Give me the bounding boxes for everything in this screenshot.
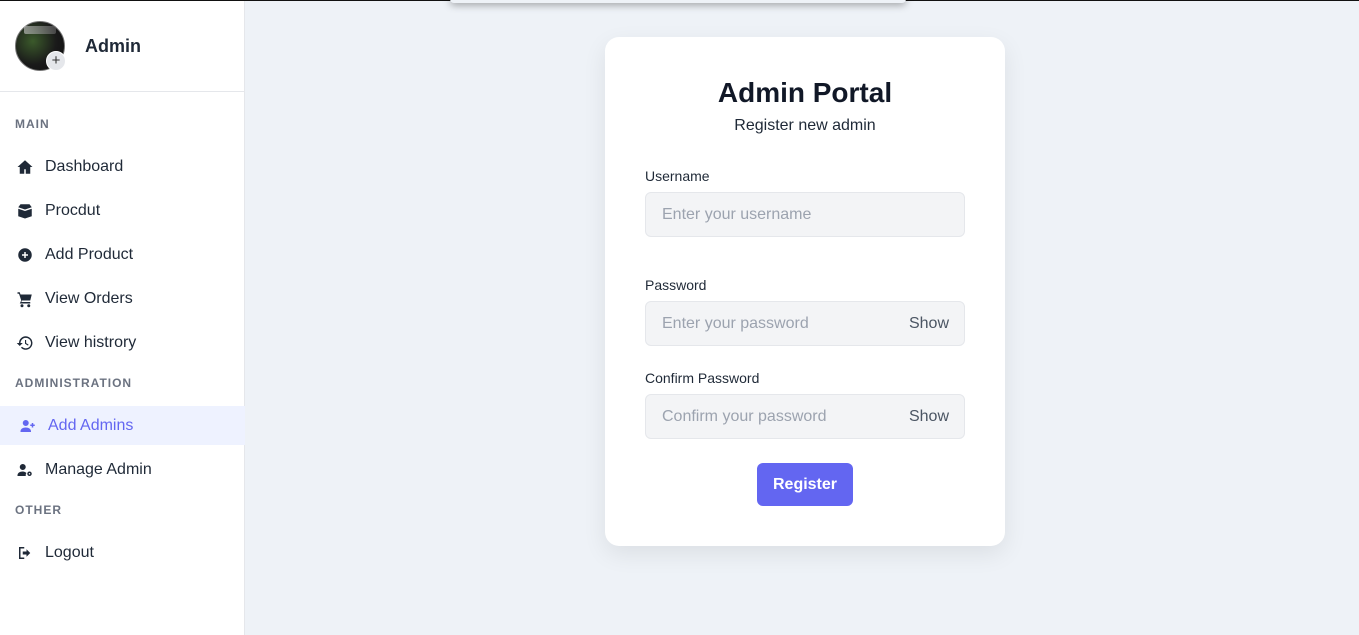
sidebar-item-logout[interactable]: Logout bbox=[0, 533, 245, 572]
sidebar-item-label: Logout bbox=[45, 543, 94, 561]
show-confirm-password-button[interactable]: Show bbox=[909, 408, 964, 426]
page-subtitle: Register new admin bbox=[734, 117, 876, 134]
sidebar-item-view-orders[interactable]: View Orders bbox=[0, 279, 245, 318]
password-field-wrapper: Show bbox=[645, 301, 965, 346]
page-title: Admin Portal bbox=[717, 77, 893, 108]
user-gear-icon bbox=[15, 460, 35, 480]
register-card: Admin Portal Register new admin Username… bbox=[605, 37, 1005, 546]
register-button[interactable]: Register bbox=[757, 463, 853, 506]
sidebar: + Admin MAIN Dashboard Procdut Add Produ… bbox=[0, 1, 245, 635]
sidebar-item-label: View Orders bbox=[45, 289, 133, 307]
sidebar-item-add-product[interactable]: Add Product bbox=[0, 235, 245, 274]
sidebar-item-manage-admin[interactable]: Manage Admin bbox=[0, 450, 245, 489]
password-label: Password bbox=[645, 277, 707, 293]
username-field-wrapper bbox=[645, 192, 965, 237]
sidebar-item-procdut[interactable]: Procdut bbox=[0, 191, 245, 230]
sidebar-item-label: Manage Admin bbox=[45, 460, 152, 478]
logout-icon bbox=[15, 543, 35, 563]
avatar[interactable]: + bbox=[15, 21, 66, 71]
sidebar-item-view-history[interactable]: View histrory bbox=[0, 323, 245, 362]
user-plus-icon bbox=[18, 416, 38, 436]
cart-icon bbox=[15, 289, 35, 309]
sidebar-brand: + Admin bbox=[0, 1, 244, 92]
password-input[interactable] bbox=[646, 302, 909, 345]
sidebar-item-add-admins[interactable]: Add Admins bbox=[0, 406, 245, 445]
confirm-password-label: Confirm Password bbox=[645, 370, 760, 386]
plus-circle-icon bbox=[15, 245, 35, 265]
section-label-main: MAIN bbox=[15, 117, 50, 131]
avatar-image bbox=[24, 26, 56, 34]
username-input[interactable] bbox=[646, 193, 964, 236]
sidebar-item-label: View histrory bbox=[45, 333, 137, 351]
sidebar-item-label: Dashboard bbox=[45, 157, 124, 175]
add-photo-icon[interactable]: + bbox=[46, 51, 66, 71]
section-label-administration: ADMINISTRATION bbox=[15, 376, 133, 390]
brand-name: Admin bbox=[85, 35, 141, 56]
home-icon bbox=[15, 157, 35, 177]
sidebar-item-dashboard[interactable]: Dashboard bbox=[0, 147, 245, 186]
sidebar-item-label: Add Admins bbox=[48, 416, 134, 434]
sidebar-item-label: Procdut bbox=[45, 201, 101, 219]
confirm-password-input[interactable] bbox=[646, 395, 909, 438]
username-label: Username bbox=[645, 168, 710, 184]
section-label-other: OTHER bbox=[15, 503, 62, 517]
history-icon bbox=[15, 333, 35, 353]
top-overlay-edge bbox=[450, 0, 906, 3]
show-password-button[interactable]: Show bbox=[909, 315, 964, 333]
box-icon bbox=[15, 201, 35, 221]
sidebar-item-label: Add Product bbox=[45, 245, 134, 263]
confirm-password-field-wrapper: Show bbox=[645, 394, 965, 439]
